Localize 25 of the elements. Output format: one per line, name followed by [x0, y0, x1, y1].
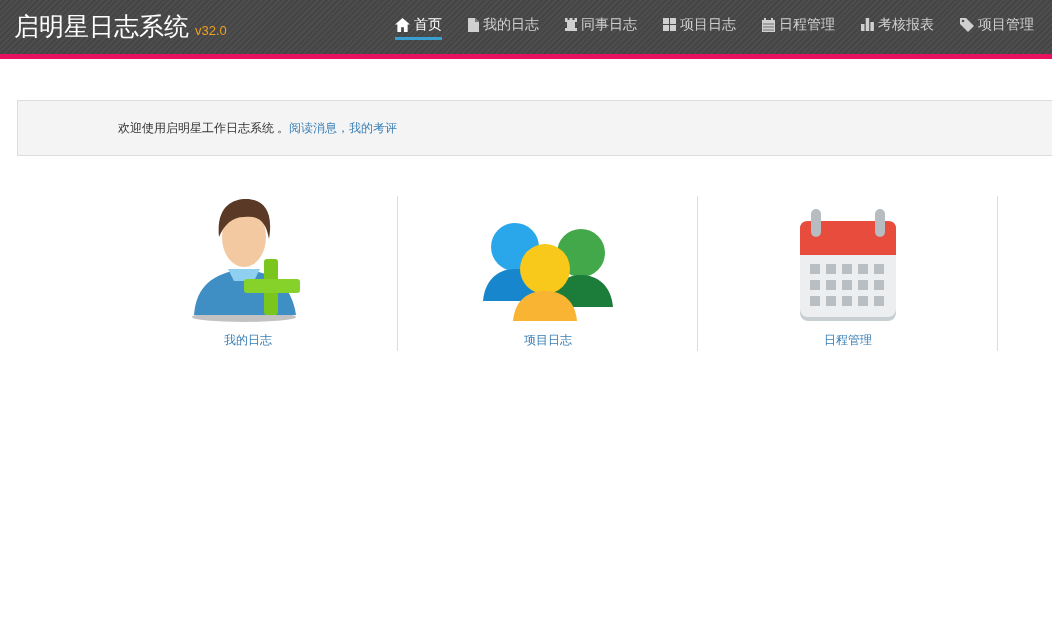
app-title: 启明星日志系统: [14, 11, 189, 44]
nav-link[interactable]: 考核报表: [861, 14, 934, 40]
calendar-icon: [762, 17, 775, 32]
tile-link[interactable]: 项目日志: [523, 331, 572, 349]
calendar-icon: [798, 209, 897, 323]
nav-link[interactable]: 项目管理: [960, 14, 1034, 40]
rook-icon: [565, 18, 577, 31]
nav-link[interactable]: 项目日志: [663, 14, 736, 40]
tile-link[interactable]: 日程管理: [823, 331, 872, 349]
my-review-link[interactable]: 我的考评: [349, 119, 398, 137]
tile-link[interactable]: 我的日志: [223, 331, 272, 349]
nav-link[interactable]: 首页: [395, 14, 442, 40]
read-messages-link[interactable]: 阅读消息: [289, 119, 338, 137]
people-group-icon: [482, 223, 613, 323]
document-icon: [468, 17, 479, 32]
tag-icon: [960, 17, 974, 32]
welcome-message: 欢迎使用启明星工作日志系统 。: [118, 120, 290, 137]
separator-text: ，: [337, 120, 350, 137]
nav-link[interactable]: 我的日志: [468, 14, 539, 40]
nav-link[interactable]: 日程管理: [762, 14, 835, 40]
version-label: v32.0: [195, 22, 227, 41]
grid-icon: [663, 18, 676, 31]
bar-chart-icon: [861, 18, 874, 31]
home-icon: [395, 17, 410, 32]
nav-link[interactable]: 同事日志: [565, 14, 637, 40]
